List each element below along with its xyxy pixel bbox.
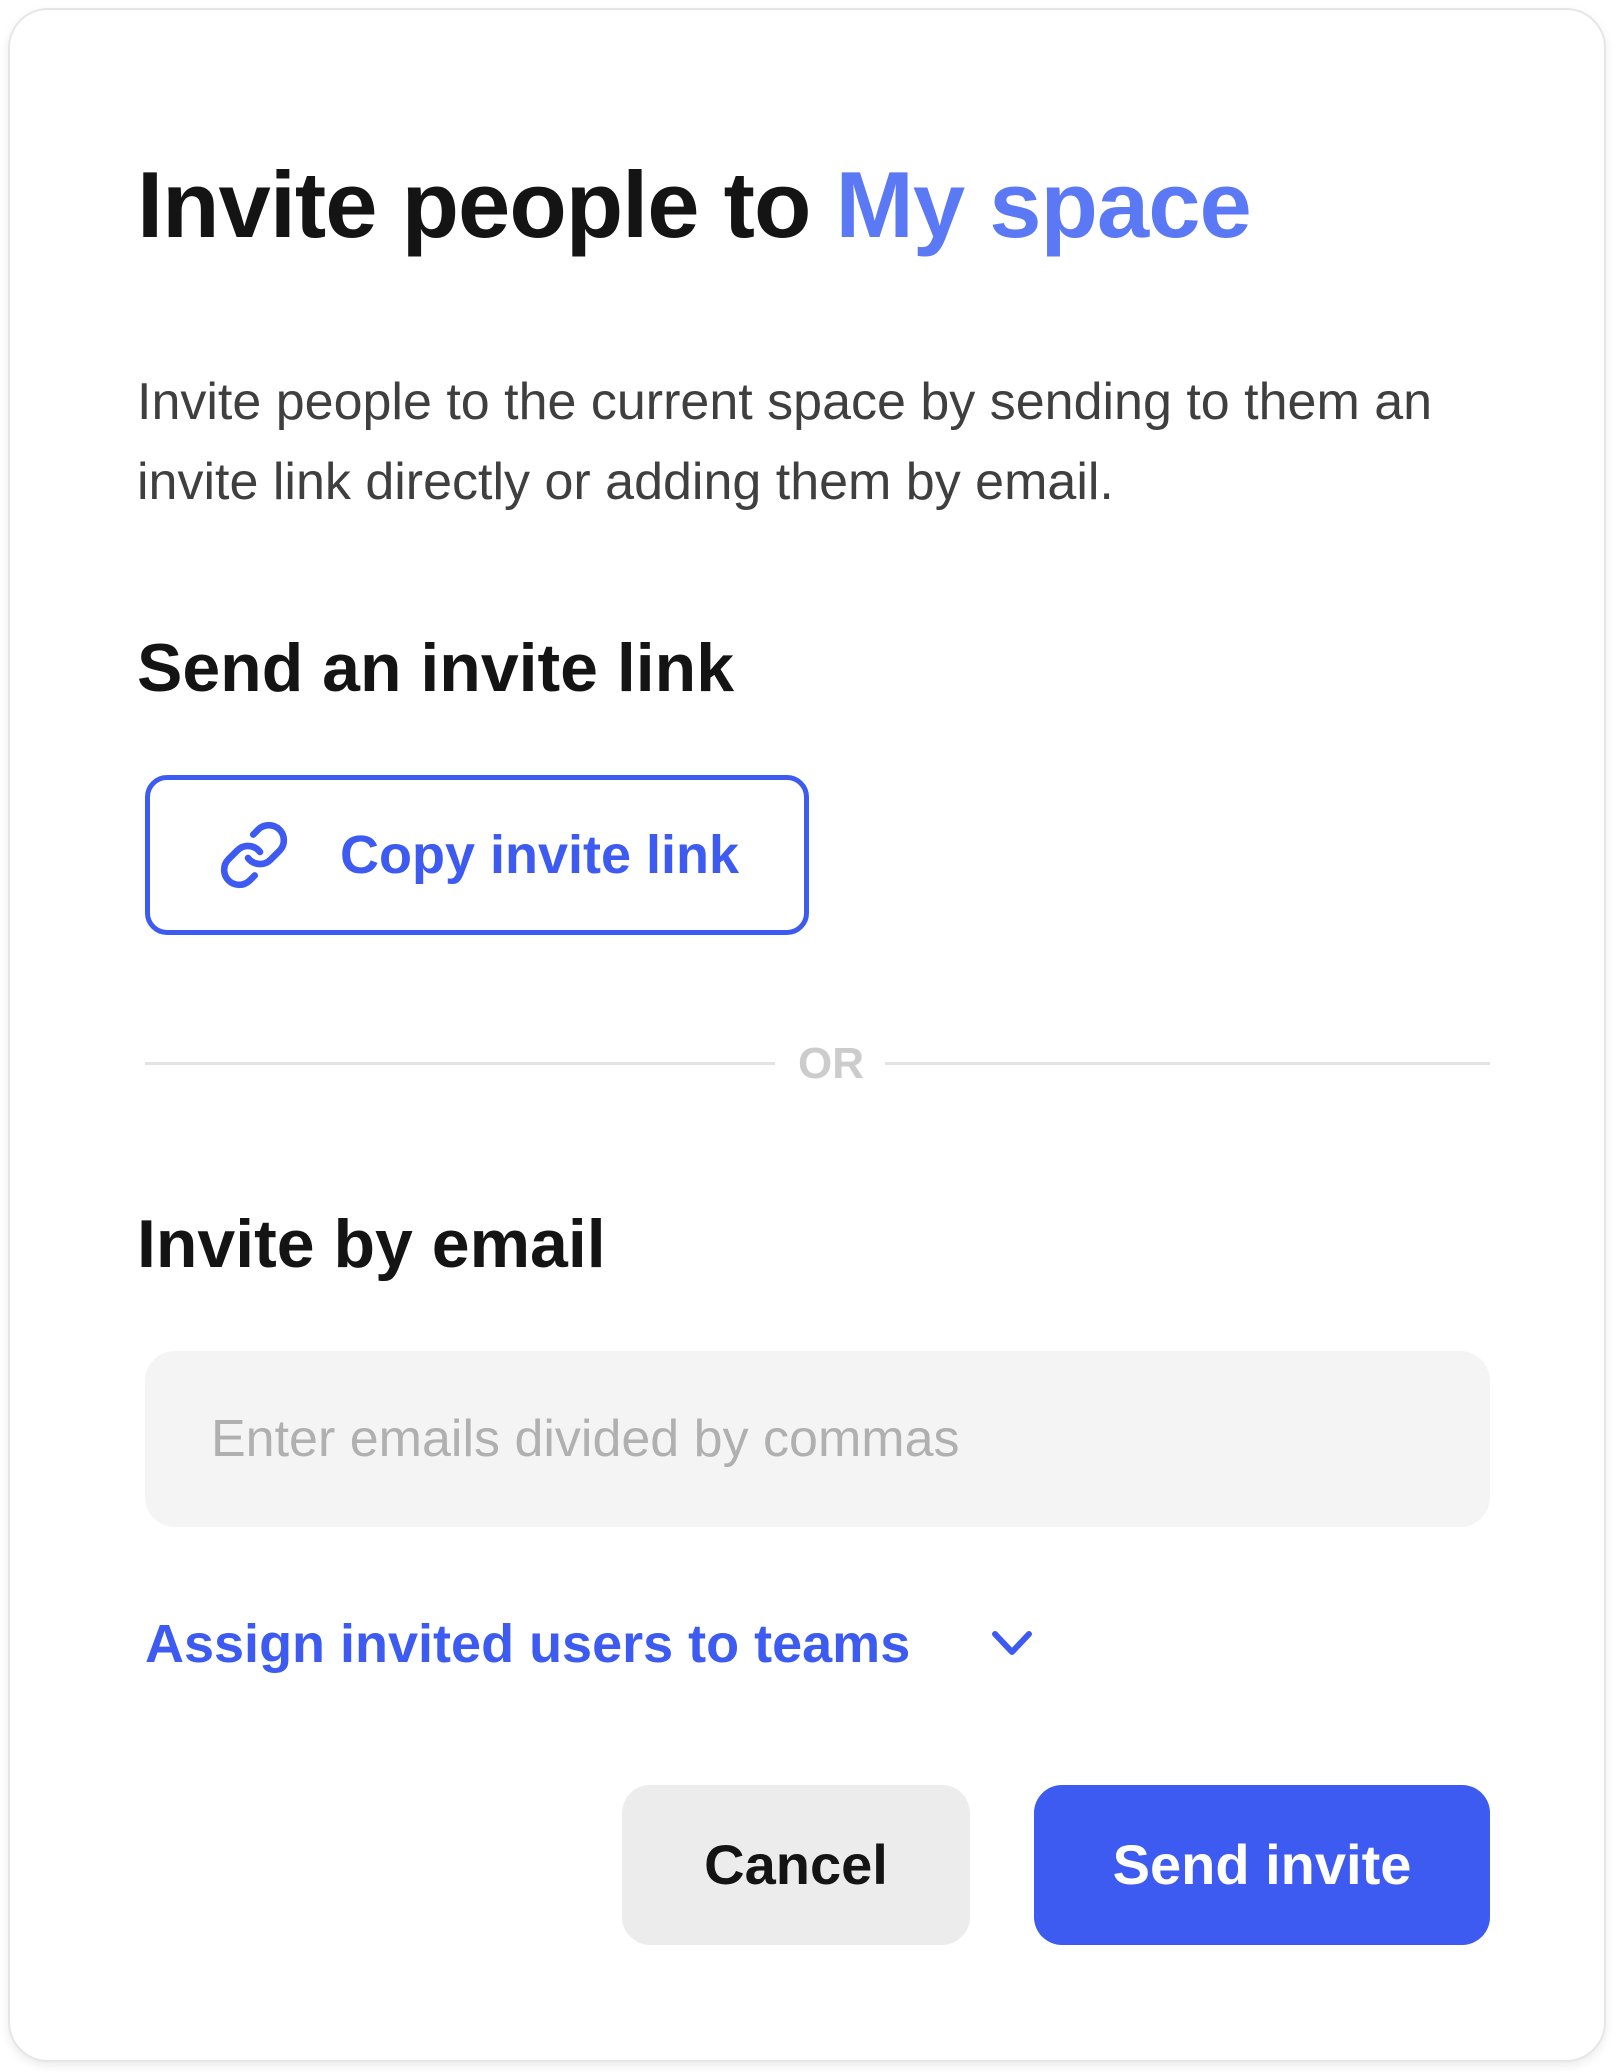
assign-teams-toggle[interactable]: Assign invited users to teams <box>145 1604 1032 1684</box>
divider-line-right <box>885 1062 1490 1065</box>
assign-teams-label: Assign invited users to teams <box>145 1614 911 1674</box>
space-name: My space <box>835 152 1252 257</box>
invite-dialog: Invite people to My space Invite people … <box>8 8 1606 2062</box>
invite-link-heading: Send an invite link <box>137 630 735 706</box>
invite-email-heading: Invite by email <box>137 1206 606 1282</box>
title-prefix: Invite people to <box>137 152 811 257</box>
link-icon <box>220 821 288 889</box>
email-input[interactable] <box>145 1351 1490 1527</box>
divider-label: OR <box>798 1039 864 1088</box>
copy-invite-link-label: Copy invite link <box>340 825 740 885</box>
copy-invite-link-button[interactable]: Copy invite link <box>145 775 809 935</box>
chevron-down-icon <box>992 1631 1032 1655</box>
send-invite-button[interactable]: Send invite <box>1034 1785 1490 1945</box>
dialog-title: Invite people to My space <box>137 150 1252 260</box>
dialog-description: Invite people to the current space by se… <box>137 373 1433 511</box>
divider-line-left <box>145 1062 775 1065</box>
cancel-button[interactable]: Cancel <box>622 1785 970 1945</box>
or-divider: OR <box>145 1028 1490 1098</box>
